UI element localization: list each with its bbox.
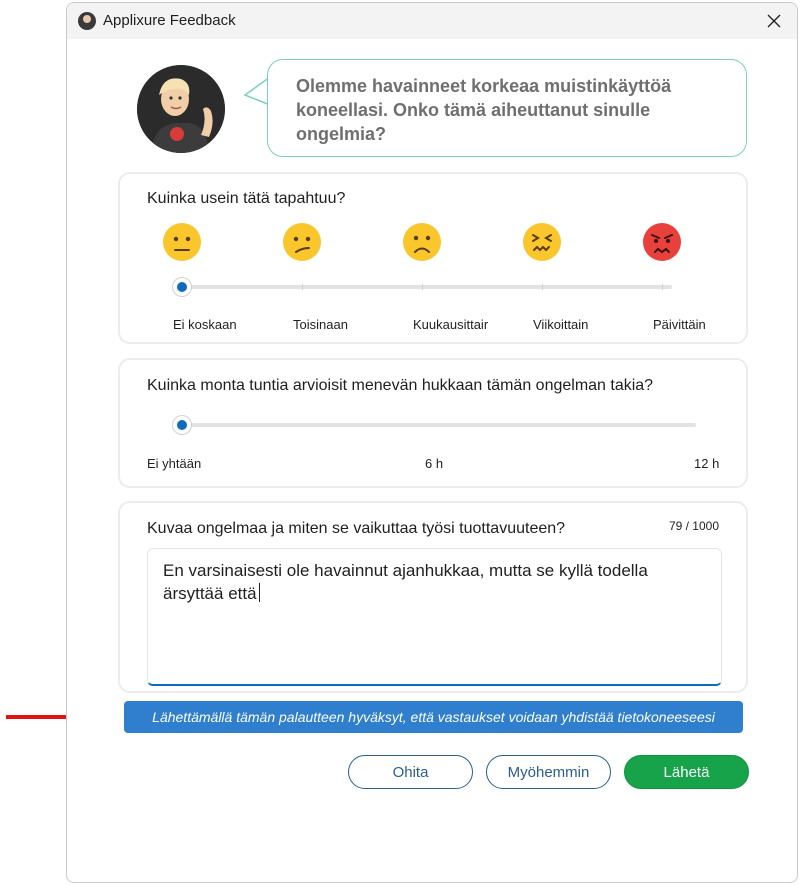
hours-question: Kuinka monta tuntia arvioisit menevän hu… bbox=[147, 377, 654, 394]
frequency-label-never: Ei koskaan bbox=[173, 317, 237, 332]
frequency-question: Kuinka usein tätä tapahtuu? bbox=[147, 190, 346, 207]
description-textarea[interactable]: En varsinaisesti ole havainnut ajanhukka… bbox=[147, 548, 722, 686]
confounded-face-icon[interactable] bbox=[522, 222, 562, 262]
frequency-slider-thumb[interactable] bbox=[173, 278, 191, 296]
text-caret bbox=[258, 583, 260, 602]
frequency-label-monthly: Kuukausittair bbox=[413, 317, 489, 332]
neutral-face-icon[interactable] bbox=[162, 222, 202, 262]
consent-notice: Lähettämällä tämän palautteen hyväksyt, … bbox=[124, 701, 743, 733]
hours-label-min: Ei yhtään bbox=[147, 456, 202, 471]
app-logo-icon bbox=[78, 12, 96, 30]
feedback-window: Applixure Feedback Olemme havainneet kor… bbox=[66, 2, 798, 883]
assistant-avatar bbox=[137, 65, 225, 153]
description-card: Kuvaa ongelmaa ja miten se vaikuttaa työ… bbox=[118, 501, 748, 693]
angry-face-icon[interactable] bbox=[642, 222, 682, 262]
window-title: Applixure Feedback bbox=[103, 12, 236, 29]
close-button[interactable] bbox=[751, 3, 797, 39]
description-text: En varsinaisesti ole havainnut ajanhukka… bbox=[163, 561, 648, 603]
speech-bubble: Olemme havainneet korkeaa muistinkäyttöä… bbox=[267, 59, 747, 157]
hours-label-max: 12 h bbox=[694, 456, 720, 471]
frequency-label-sometimes: Toisinaan bbox=[293, 317, 348, 332]
confused-face-icon[interactable] bbox=[282, 222, 322, 262]
description-question: Kuvaa ongelmaa ja miten se vaikuttaa työ… bbox=[147, 520, 566, 537]
frequency-tick bbox=[542, 284, 543, 290]
title-bar: Applixure Feedback bbox=[67, 3, 797, 39]
character-counter: 79 / 1000 bbox=[668, 519, 719, 533]
frequency-slider-track[interactable] bbox=[182, 285, 672, 289]
hours-slider-track[interactable] bbox=[182, 423, 696, 427]
hours-slider-thumb[interactable] bbox=[173, 416, 191, 434]
frequency-tick bbox=[662, 284, 663, 290]
close-icon bbox=[767, 14, 781, 28]
hours-card: Kuinka monta tuntia arvioisit menevän hu… bbox=[118, 358, 748, 488]
frequency-label-daily: Päivittäin bbox=[653, 317, 706, 332]
send-button[interactable]: Lähetä bbox=[624, 755, 749, 789]
frequency-label-weekly: Viikoittain bbox=[533, 317, 589, 332]
frequency-tick bbox=[422, 284, 423, 290]
frequency-tick bbox=[302, 284, 303, 290]
hours-label-mid: 6 h bbox=[425, 456, 444, 471]
frowning-face-icon[interactable] bbox=[402, 222, 442, 262]
later-button[interactable]: Myöhemmin bbox=[486, 755, 611, 789]
frequency-card: Kuinka usein tätä tapahtuu? Ei koskaan T… bbox=[118, 172, 748, 344]
skip-button[interactable]: Ohita bbox=[348, 755, 473, 789]
